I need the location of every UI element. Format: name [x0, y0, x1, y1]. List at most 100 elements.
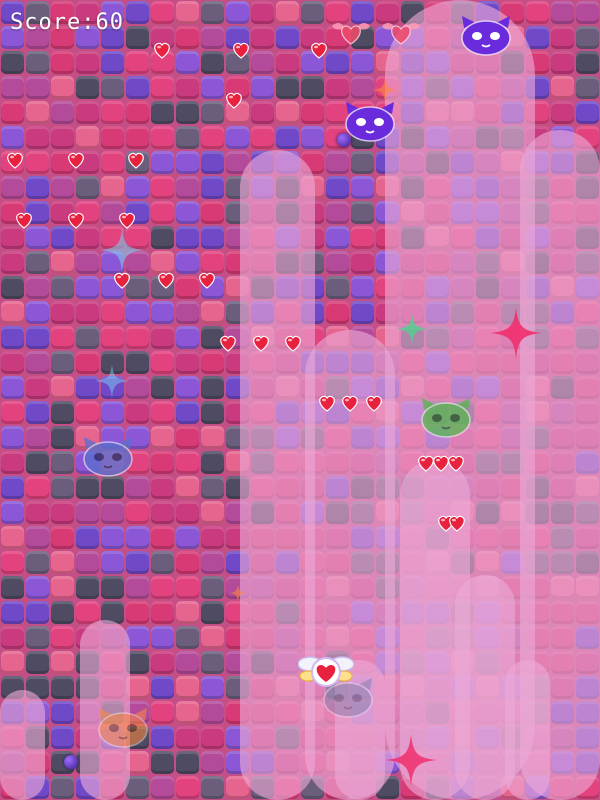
- sparkle-star-icon: [385, 734, 437, 786]
- heart-icon: [285, 335, 301, 352]
- background-tile: [1, 376, 24, 399]
- background-tile: [126, 176, 149, 199]
- background-tile: [151, 526, 174, 549]
- game-canvas[interactable]: Score:60: [0, 0, 600, 800]
- background-tile: [201, 526, 224, 549]
- sparkle-star-icon: [396, 313, 428, 345]
- background-tile: [51, 426, 74, 449]
- background-tile: [151, 626, 174, 649]
- heart-icon: [16, 212, 32, 229]
- background-tile: [26, 576, 49, 599]
- background-tile: [1, 326, 24, 349]
- background-tile: [76, 51, 99, 74]
- background-tile: [51, 176, 74, 199]
- background-tile: [26, 151, 49, 174]
- background-tile: [151, 226, 174, 249]
- background-tile: [126, 1, 149, 24]
- background-tile: [26, 251, 49, 274]
- background-tile: [201, 726, 224, 749]
- background-tile: [351, 201, 374, 224]
- background-tile: [201, 151, 224, 174]
- background-tile: [176, 626, 199, 649]
- background-tile: [351, 76, 374, 99]
- background-tile: [176, 151, 199, 174]
- background-tile: [551, 26, 574, 49]
- background-tile: [51, 551, 74, 574]
- background-tile: [201, 776, 224, 799]
- green-cat-enemy-icon: [421, 398, 471, 438]
- background-tile: [201, 26, 224, 49]
- background-tile: [176, 776, 199, 799]
- heart-icon: [158, 272, 174, 289]
- orange-cat-enemy-icon: [98, 708, 148, 748]
- background-tile: [151, 1, 174, 24]
- background-tile: [226, 1, 249, 24]
- background-tile: [251, 1, 274, 24]
- winged-heart-icon: [382, 23, 420, 45]
- background-tile: [176, 401, 199, 424]
- score-separator: :: [81, 10, 96, 35]
- background-tile: [26, 526, 49, 549]
- background-tile: [326, 151, 349, 174]
- heart-icon: [448, 455, 464, 472]
- background-tile: [26, 101, 49, 124]
- background-tile: [176, 651, 199, 674]
- background-tile: [26, 426, 49, 449]
- background-tile: [1, 276, 24, 299]
- background-tile: [176, 451, 199, 474]
- heart-icon: [311, 42, 327, 59]
- background-tile: [51, 276, 74, 299]
- background-tile: [101, 101, 124, 124]
- cloud-column: [240, 150, 315, 800]
- background-tile: [1, 576, 24, 599]
- background-tile: [201, 676, 224, 699]
- sparkle-star-icon: [100, 228, 144, 272]
- background-tile: [151, 201, 174, 224]
- background-tile: [151, 401, 174, 424]
- background-tile: [201, 601, 224, 624]
- background-tile: [51, 676, 74, 699]
- background-tile: [151, 651, 174, 674]
- background-tile: [51, 576, 74, 599]
- background-tile: [201, 551, 224, 574]
- winged-heart-icon: [332, 23, 370, 45]
- background-tile: [551, 1, 574, 24]
- background-tile: [201, 126, 224, 149]
- background-tile: [326, 251, 349, 274]
- background-tile: [26, 326, 49, 349]
- background-tile: [301, 126, 324, 149]
- background-tile: [51, 726, 74, 749]
- background-tile: [201, 226, 224, 249]
- background-tile: [1, 126, 24, 149]
- background-tile: [176, 576, 199, 599]
- background-tile: [151, 751, 174, 774]
- background-tile: [151, 726, 174, 749]
- score-display: Score:60: [10, 10, 124, 35]
- background-tile: [1, 501, 24, 524]
- background-tile: [51, 51, 74, 74]
- background-tile: [201, 501, 224, 524]
- background-tile: [26, 626, 49, 649]
- background-tile: [126, 351, 149, 374]
- background-tile: [101, 76, 124, 99]
- background-tile: [26, 76, 49, 99]
- blue-cat-enemy-icon: [83, 437, 133, 477]
- cloud-column: [505, 660, 550, 800]
- background-tile: [326, 226, 349, 249]
- heart-icon: [220, 335, 236, 352]
- background-tile: [201, 651, 224, 674]
- background-tile: [151, 451, 174, 474]
- background-tile: [176, 726, 199, 749]
- background-tile: [51, 351, 74, 374]
- background-tile: [276, 1, 299, 24]
- background-tile: [201, 1, 224, 24]
- background-tile: [201, 176, 224, 199]
- background-tile: [51, 601, 74, 624]
- background-tile: [176, 551, 199, 574]
- background-tile: [351, 301, 374, 324]
- background-tile: [51, 376, 74, 399]
- background-tile: [576, 1, 599, 24]
- background-tile: [101, 501, 124, 524]
- background-tile: [201, 376, 224, 399]
- background-tile: [76, 576, 99, 599]
